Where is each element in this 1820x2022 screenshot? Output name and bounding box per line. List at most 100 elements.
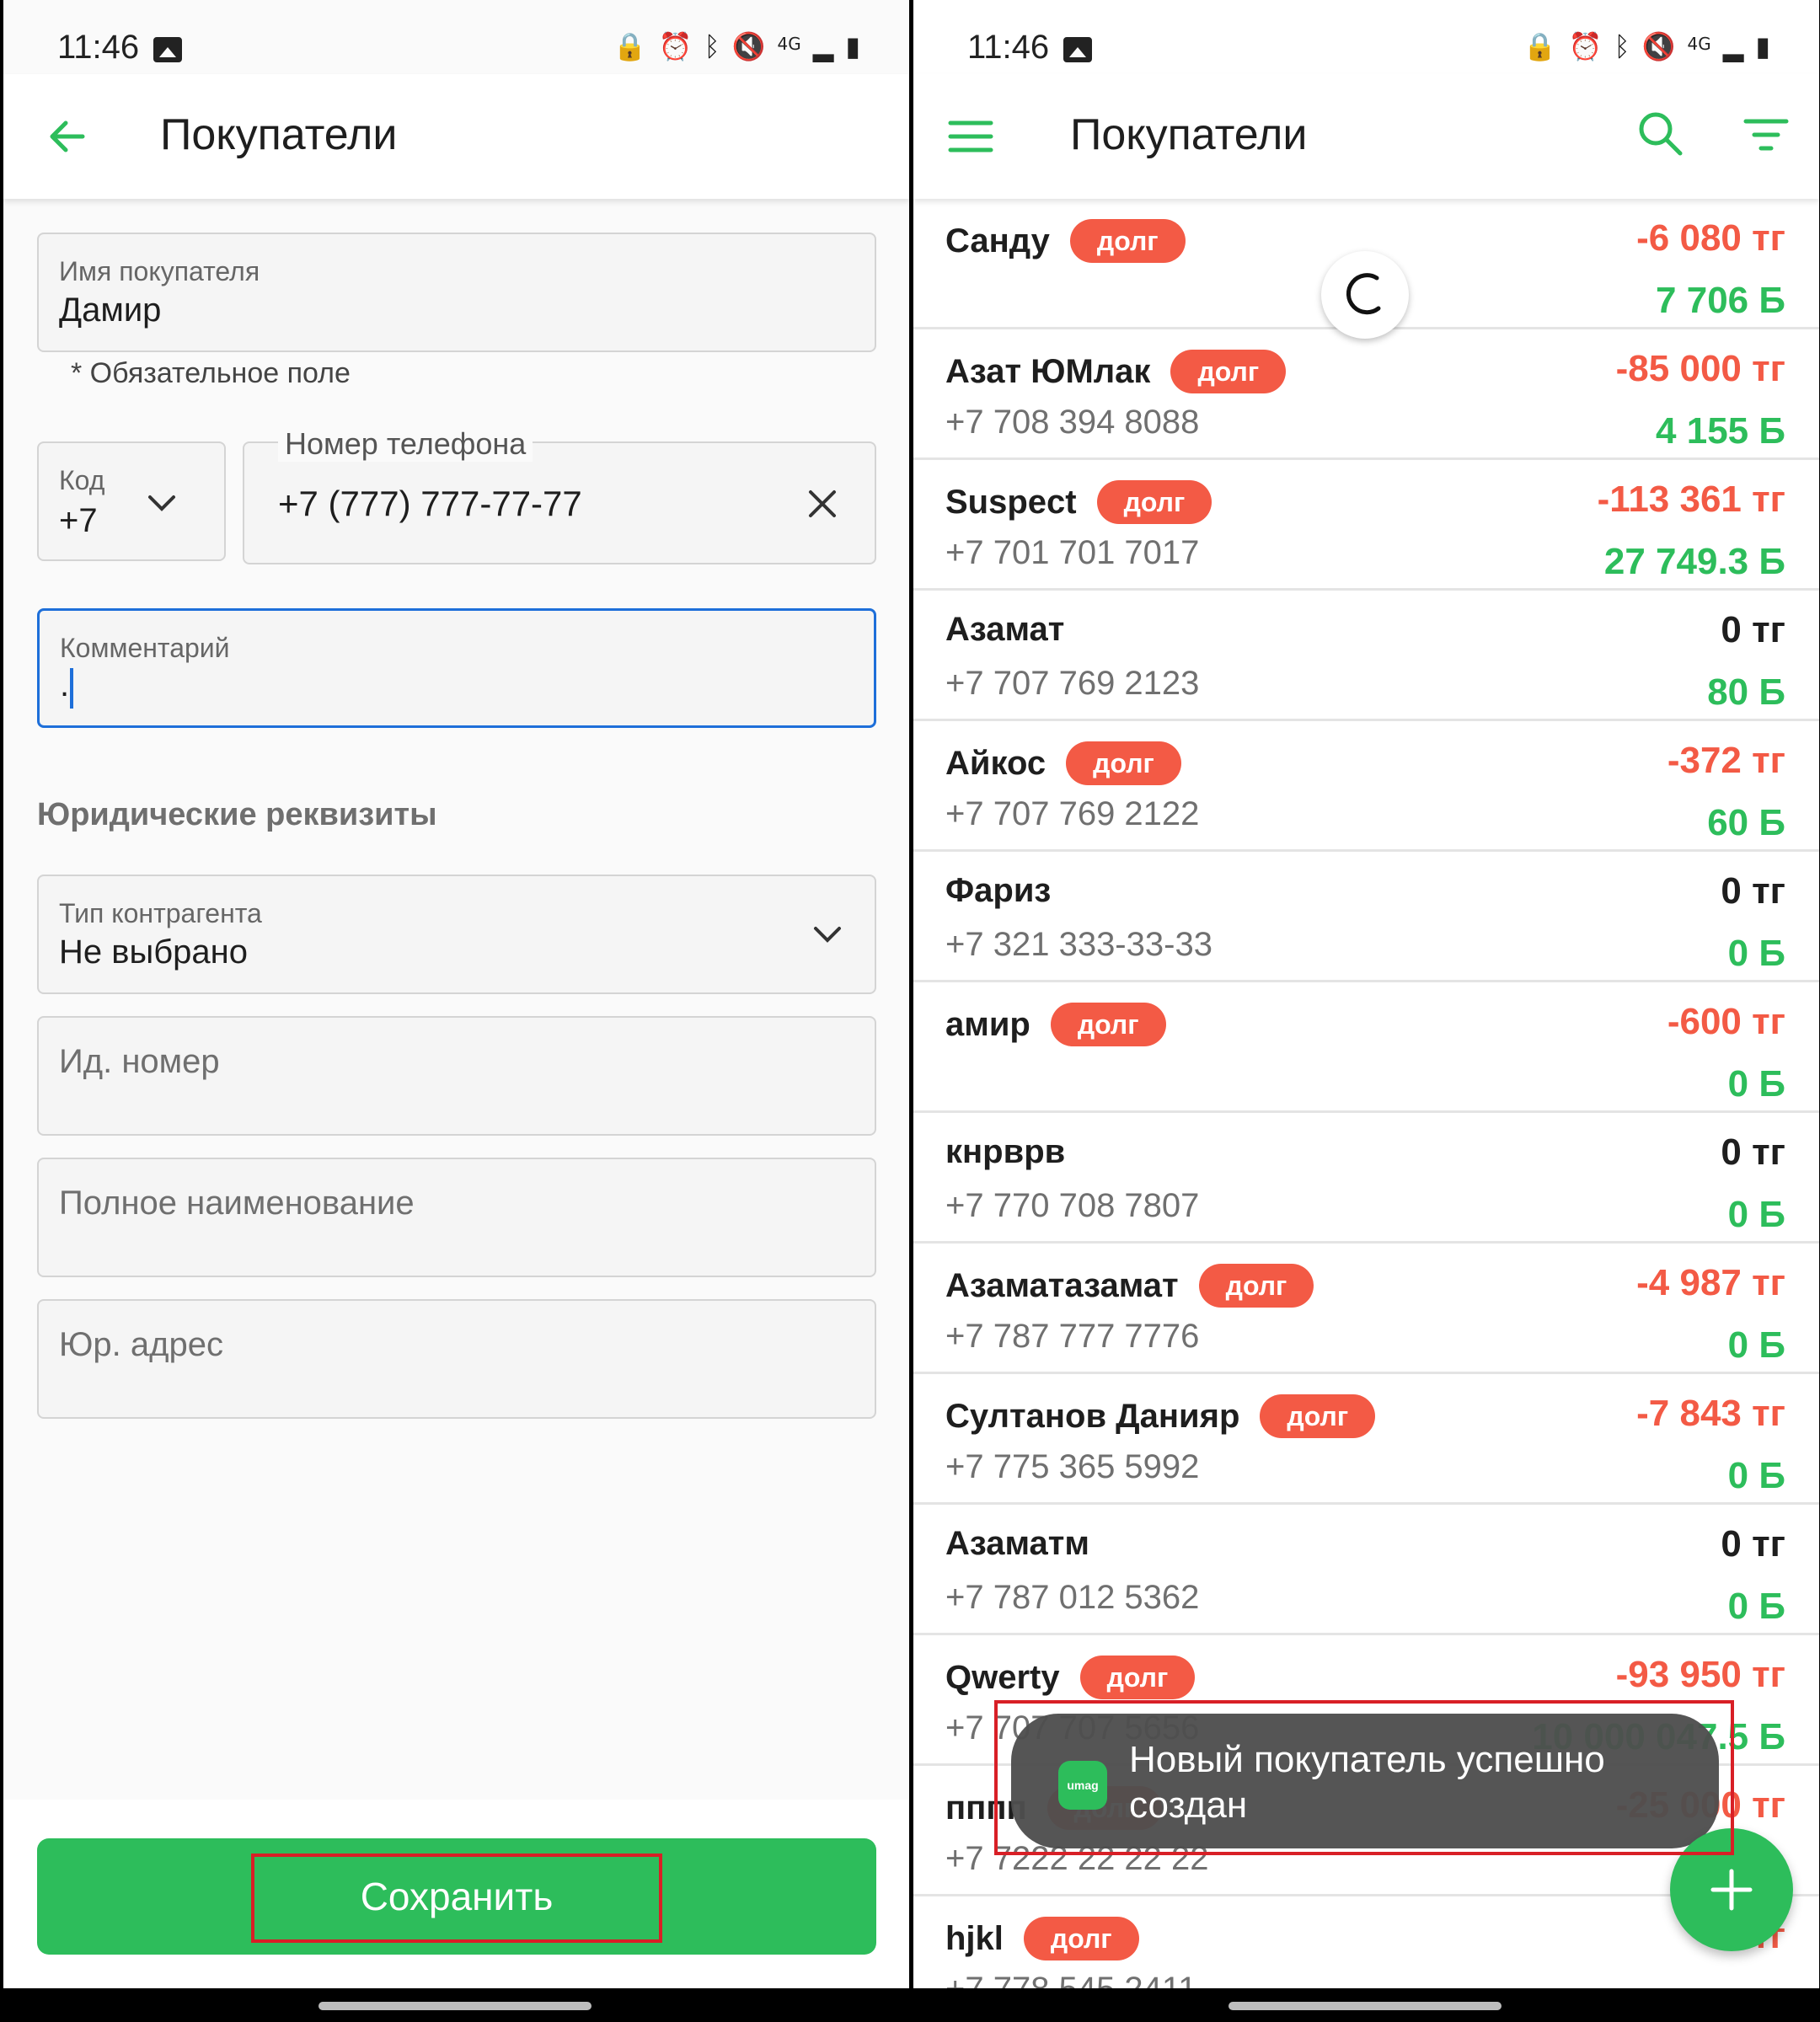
customer-name-line: Азамат	[945, 611, 1064, 649]
customer-name-line: Азат ЮМлак долг	[945, 350, 1287, 393]
battery-icon: ▮	[1755, 30, 1770, 62]
customer-row[interactable]: Фариз +7 321 333-33-33 0 тг 0 Б	[913, 852, 1819, 982]
customer-name: Фариз	[945, 872, 1052, 909]
customer-name-line: Санду долг	[945, 219, 1186, 263]
alarm-icon: ⏰	[658, 30, 693, 62]
comment-field[interactable]: Комментарий .	[37, 608, 876, 728]
debt-badge: долг	[1260, 1394, 1376, 1438]
customer-name-line: hjkl долг	[945, 1917, 1139, 1960]
debt-badge: долг	[1096, 480, 1212, 524]
add-customer-button[interactable]	[1670, 1828, 1793, 1951]
counterparty-type-value: Не выбрано	[59, 933, 248, 971]
toast-message: Новый покупатель успешно создан	[1129, 1739, 1605, 1826]
customer-bonus: 0 Б	[1727, 1194, 1785, 1235]
customer-name: Suspect	[945, 483, 1077, 521]
customer-row[interactable]: кнрврв +7 770 708 7807 0 тг 0 Б	[913, 1113, 1819, 1244]
comment-value[interactable]: .	[60, 666, 69, 704]
text-cursor	[70, 668, 73, 709]
customer-bonus: 0 Б	[1727, 1063, 1785, 1105]
customer-name-line: Фариз	[945, 872, 1051, 910]
bluetooth-icon: ᛒ	[1614, 30, 1630, 62]
customer-name: Qwerty	[945, 1658, 1060, 1696]
customer-name: амир	[945, 1005, 1030, 1043]
customers-list-screen: 11:46 🔒 ⏰ ᛒ 🔇 4G ▂ ▮ Покупатели Санду дол…	[913, 0, 1819, 1988]
customer-balance: -4 987 тг	[1636, 1262, 1785, 1303]
comment-label: Комментарий	[60, 633, 230, 663]
customer-name: Азаматм	[945, 1525, 1089, 1562]
customer-row[interactable]: Султанов Данияр долг +7 775 365 5992 -7 843…	[913, 1374, 1819, 1505]
lock-icon: 🔒	[613, 30, 647, 62]
customer-name: кнрврв	[945, 1133, 1066, 1170]
customer-name-field[interactable]: Имя покупателя Дамир	[37, 233, 876, 352]
home-indicator[interactable]	[318, 2002, 592, 2010]
legal-address-field[interactable]: Юр. адрес	[37, 1299, 876, 1419]
customer-row[interactable]: Азаматазамат долг +7 787 777 7776 -4 987 тг…	[913, 1244, 1819, 1374]
lock-icon: 🔒	[1523, 30, 1557, 62]
system-navigation-bar	[0, 1988, 1820, 2022]
customer-bonus: 27 749.3 Б	[1603, 541, 1785, 582]
customer-bonus: 4 155 Б	[1656, 410, 1785, 452]
customer-phone: +7 787 777 7776	[945, 1318, 1200, 1355]
page-title: Покупатели	[1070, 110, 1308, 159]
customer-bonus: 7 706 Б	[1656, 280, 1785, 321]
customer-row[interactable]: Suspect долг +7 701 701 7017 -113 361 тг 27 …	[913, 460, 1819, 591]
loading-spinner	[1321, 251, 1409, 339]
debt-badge: долг	[1066, 741, 1181, 785]
clear-icon[interactable]	[804, 485, 841, 522]
customer-row[interactable]: Азаматм +7 787 012 5362 0 тг 0 Б	[913, 1505, 1819, 1635]
customer-balance: 0 тг	[1721, 1523, 1785, 1565]
customer-balance: 0 тг	[1721, 1131, 1785, 1173]
status-time: 11:46	[57, 29, 140, 66]
status-time: 11:46	[967, 29, 1050, 66]
app-bar: Покупатели	[3, 74, 909, 199]
required-helper-text: * Обязательное поле	[71, 357, 351, 389]
customer-name-line: Султанов Данияр долг	[945, 1394, 1376, 1438]
menu-icon[interactable]	[947, 116, 994, 157]
customer-balance: -7 843 тг	[1636, 1393, 1785, 1434]
customer-bonus: 60 Б	[1707, 802, 1785, 843]
customer-name-line: кнрврв	[945, 1133, 1065, 1171]
customer-row[interactable]: Азат ЮМлак долг +7 708 394 8088 -85 000 тг 4…	[913, 329, 1819, 460]
customer-bonus: 0 Б	[1727, 933, 1785, 974]
search-icon[interactable]	[1635, 108, 1685, 158]
home-indicator[interactable]	[1228, 2002, 1502, 2010]
customer-row[interactable]: амир долг -600 тг 0 Б	[913, 982, 1819, 1113]
customer-name-line: Suspect долг	[945, 480, 1212, 524]
customer-bonus: 0 Б	[1727, 1455, 1785, 1496]
customer-name: hjkl	[945, 1919, 1004, 1957]
4g-icon: 4G	[777, 34, 801, 54]
phone-number-label: Номер телефона	[278, 426, 533, 462]
customer-balance: -6 080 тг	[1636, 217, 1785, 259]
customer-name: Азаматазамат	[945, 1266, 1179, 1304]
customer-balance: -113 361 тг	[1597, 479, 1785, 520]
customer-row[interactable]: Айкос долг +7 707 769 2122 -372 тг 60 Б	[913, 721, 1819, 852]
counterparty-type-select[interactable]: Тип контрагента Не выбрано	[37, 875, 876, 994]
customer-name-line: амир долг	[945, 1003, 1166, 1046]
full-name-field[interactable]: Полное наименование	[37, 1158, 876, 1277]
customer-name: Азат ЮМлак	[945, 352, 1151, 390]
customer-phone: +7 787 012 5362	[945, 1579, 1200, 1616]
customer-name: Айкос	[945, 744, 1046, 782]
filter-icon[interactable]	[1742, 115, 1790, 155]
customer-row[interactable]: Азамат +7 707 769 2123 0 тг 80 Б	[913, 591, 1819, 721]
customer-balance: -372 тг	[1667, 740, 1785, 781]
customer-balance: 0 тг	[1721, 609, 1785, 650]
customer-phone: +7 775 365 5992	[945, 1448, 1200, 1485]
chevron-down-icon	[148, 495, 175, 511]
customer-name: Санду	[945, 222, 1050, 259]
back-arrow-icon[interactable]	[42, 111, 93, 162]
phone-number-value[interactable]: +7 (777) 777-77-77	[278, 484, 582, 524]
bluetooth-icon: ᛒ	[704, 30, 720, 62]
country-code-select[interactable]: Код +7	[37, 441, 226, 561]
id-number-field[interactable]: Ид. номер	[37, 1016, 876, 1136]
success-toast: umag Новый покупатель успешно создан	[1011, 1714, 1719, 1848]
phone-number-field[interactable]: Номер телефона +7 (777) 777-77-77	[243, 426, 876, 564]
save-button[interactable]: Сохранить	[37, 1838, 876, 1955]
customer-name-value[interactable]: Дамир	[59, 292, 161, 329]
id-number-placeholder: Ид. номер	[59, 1043, 220, 1080]
debt-badge: долг	[1069, 219, 1186, 263]
gallery-notification-icon	[1063, 37, 1092, 62]
customer-name-line: Азаматазамат долг	[945, 1264, 1314, 1308]
signal-icon: ▂	[812, 30, 834, 62]
page-title: Покупатели	[160, 110, 398, 159]
